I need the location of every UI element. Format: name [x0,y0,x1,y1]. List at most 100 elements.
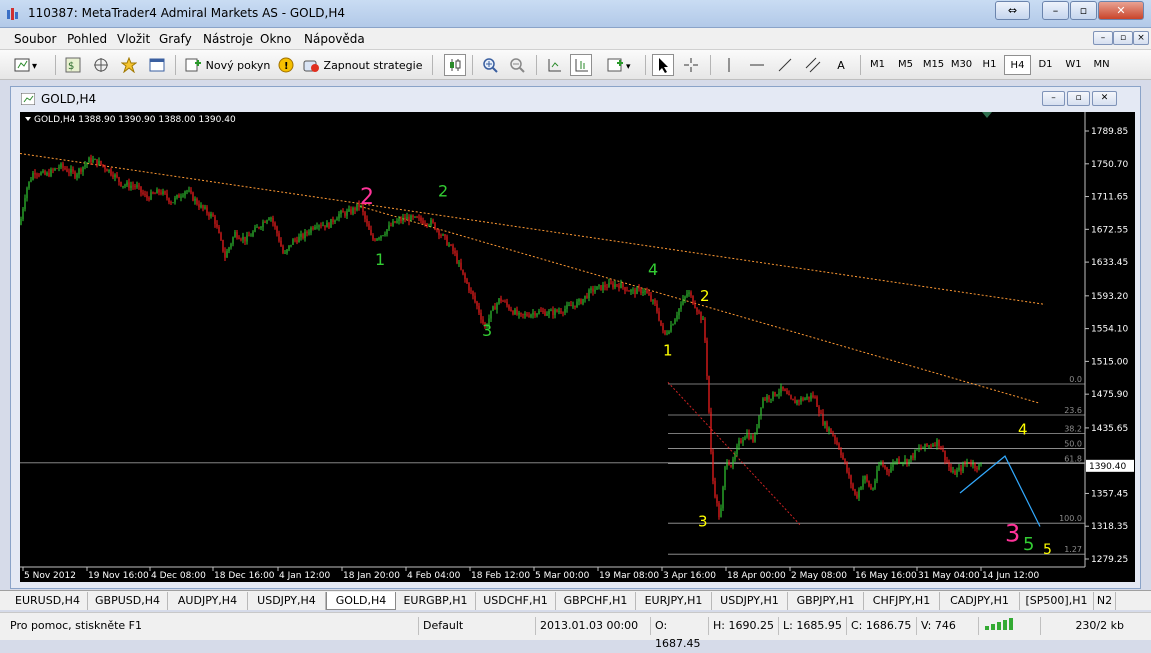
symbol-tab[interactable]: GOLD,H4 [326,592,396,610]
menu-charts[interactable]: Grafy [159,32,192,46]
candle-body [794,400,796,404]
market-watch-icon[interactable]: $ [62,54,84,76]
chart-shift-icon[interactable] [543,54,565,76]
candle-body [108,169,110,172]
price-chart[interactable]: 1789.85 1750.70 1711.65 1672.55 1633.45 1593.… [20,112,1135,582]
new-order-button[interactable]: Nový pokyn [182,54,272,76]
autoscroll-icon[interactable] [570,54,592,76]
navigator-icon[interactable] [90,54,112,76]
candle-body [710,411,712,452]
trendline-icon[interactable] [774,54,796,76]
mdi-minimize-button[interactable]: – [1093,31,1113,45]
candle-body [338,214,340,219]
maximize-button[interactable]: ▫ [1070,1,1097,20]
candle-body [368,223,370,230]
y-tick-label: 1750.70 [1091,160,1128,170]
candle-body [494,306,496,310]
timeframe-m1[interactable]: M1 [864,55,891,75]
vertical-line-icon[interactable] [718,54,740,76]
candle-body [262,221,264,228]
mdi-close-button[interactable]: × [1133,31,1149,45]
zoom-in-icon[interactable] [479,54,501,76]
candlestick-plot[interactable]: 1789.85 1750.70 1711.65 1672.55 1633.45 1593.… [20,112,1135,582]
candlestick-chart-icon[interactable] [444,54,466,76]
timeframe-m15[interactable]: M15 [920,55,947,75]
status-low: L: 1685.95 [778,617,846,635]
candle-body [814,396,816,398]
menu-insert[interactable]: Vložit [117,32,150,46]
symbol-tab[interactable]: [SP500],H1 [1020,592,1094,610]
symbol-tab[interactable]: GBPUSD,H4 [88,592,168,610]
timeframe-h1[interactable]: H1 [976,55,1003,75]
candle-body [196,198,198,205]
chart-minimize-button[interactable]: – [1042,91,1065,106]
candle-body [596,286,598,290]
candle-body [184,191,186,196]
candle-body [554,309,556,316]
indicators-icon[interactable]: ▾ [604,54,638,76]
fib-level-label: 61.8 [1064,455,1082,464]
close-button[interactable]: ✕ [1098,1,1144,20]
chart-maximize-button[interactable]: ▫ [1067,91,1090,106]
symbol-tab[interactable]: N2 [1094,592,1116,610]
x-tick-label: 3 Apr 16:00 [663,571,716,581]
timeframe-m30[interactable]: M30 [948,55,975,75]
zoom-out-icon[interactable] [506,54,528,76]
candle-body [126,182,128,186]
timeframe-d1[interactable]: D1 [1032,55,1059,75]
candle-body [216,223,218,227]
menu-tools[interactable]: Nástroje [203,32,253,46]
candle-body [862,479,864,487]
symbol-tab[interactable]: CADJPY,H1 [940,592,1020,610]
symbol-tab[interactable]: CHFJPY,H1 [864,592,940,610]
candle-body [516,309,518,315]
autotrading-button[interactable]: Zapnout strategie [300,54,424,76]
menu-help[interactable]: Nápověda [304,32,365,46]
symbol-tab[interactable]: EURJPY,H1 [636,592,712,610]
symbol-tab[interactable]: GBPCHF,H1 [556,592,636,610]
channel-icon[interactable] [802,54,824,76]
candle-body [838,443,840,450]
menu-window[interactable]: Okno [260,32,291,46]
candle-body [20,218,22,225]
restore-icon[interactable]: ⇔ [995,1,1030,20]
new-chart-icon[interactable]: ▾ [10,54,48,76]
candle-body [314,226,316,229]
candle-body [380,235,382,238]
candle-body [704,318,706,341]
candle-body [744,436,746,440]
symbol-tab[interactable]: USDCHF,H1 [476,592,556,610]
symbol-tab[interactable]: GBPJPY,H1 [788,592,864,610]
symbol-tab[interactable]: USDJPY,H1 [712,592,788,610]
symbol-tab[interactable]: EURUSD,H4 [8,592,88,610]
horizontal-line-icon[interactable] [746,54,768,76]
warning-icon[interactable]: ! [275,54,297,76]
candle-body [82,166,84,172]
timeframe-w1[interactable]: W1 [1060,55,1087,75]
candle-body [444,234,446,237]
autotrading-icon [303,60,319,72]
symbol-tab[interactable]: AUDJPY,H4 [168,592,248,610]
timeframe-m5[interactable]: M5 [892,55,919,75]
x-tick-label: 5 Mar 00:00 [535,571,590,581]
menu-view[interactable]: Pohled [67,32,107,46]
symbol-tab[interactable]: EURGBP,H1 [396,592,476,610]
menu-file[interactable]: Soubor [14,32,56,46]
timeframe-mn[interactable]: MN [1088,55,1115,75]
crosshair-icon[interactable] [680,54,702,76]
chart-close-button[interactable]: ✕ [1092,91,1117,106]
text-tool-icon[interactable]: A [830,54,852,76]
svg-text:▾: ▾ [626,62,631,72]
favorites-star-icon[interactable] [118,54,140,76]
mdi-restore-button[interactable]: ▫ [1113,31,1133,45]
symbol-tab[interactable]: USDJPY,H4 [248,592,326,610]
cursor-icon[interactable] [652,54,674,76]
minimize-button[interactable]: – [1042,1,1069,20]
candle-body [254,227,256,232]
chart-info-text: GOLD,H4 1388.90 1390.90 1388.00 1390.40 [34,115,236,125]
svg-text:!: ! [284,61,289,72]
candle-body [266,220,268,223]
terminal-icon[interactable] [146,54,168,76]
timeframe-h4[interactable]: H4 [1004,55,1031,75]
candle-body [806,396,808,399]
